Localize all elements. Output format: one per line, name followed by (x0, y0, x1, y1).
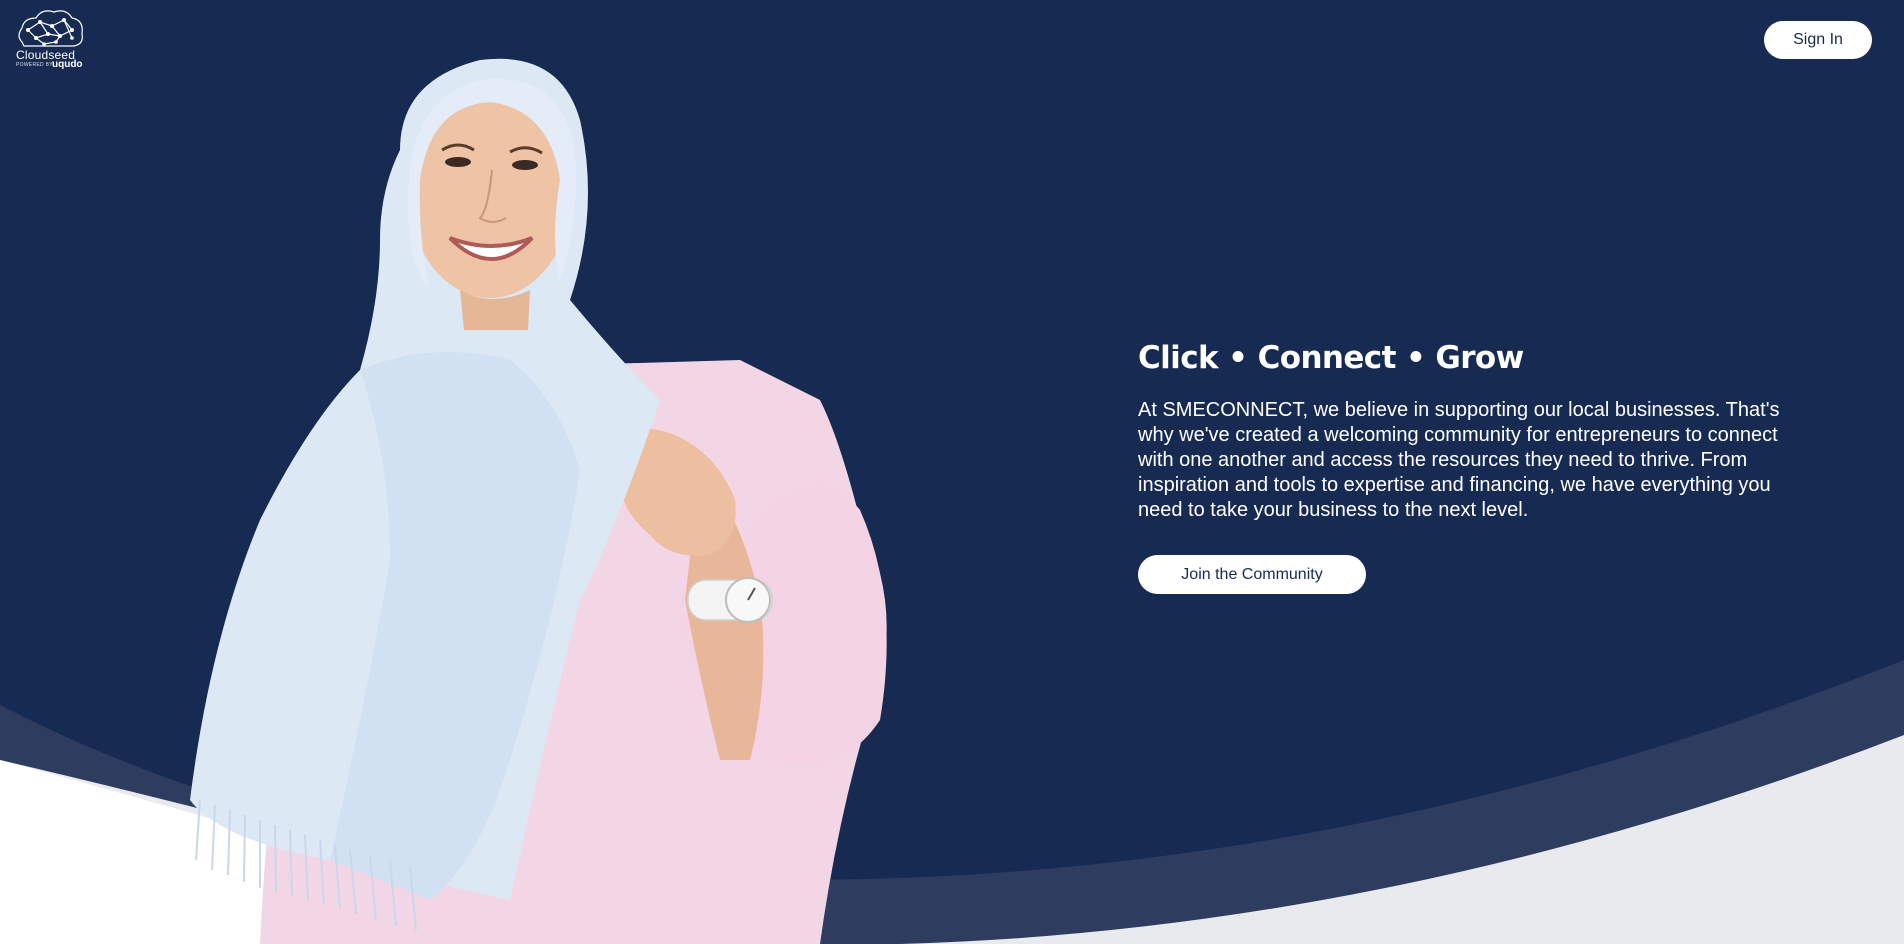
hero-person-image (190, 58, 887, 944)
hero-description: At SMECONNECT, we believe in supporting … (1138, 399, 1780, 521)
hero-content: Click • Connect • Grow At SMECONNECT, we… (1138, 340, 1798, 594)
sign-in-button[interactable]: Sign In (1764, 21, 1872, 59)
landing-page: Cloudseed POWERED BY uqudo Sign In Click… (0, 0, 1904, 944)
logo-powered-by: POWERED BY (16, 62, 53, 68)
hero-headline: Click • Connect • Grow (1138, 340, 1524, 376)
join-community-button[interactable]: Join the Community (1138, 555, 1366, 594)
logo-brand: uqudo (52, 59, 83, 70)
